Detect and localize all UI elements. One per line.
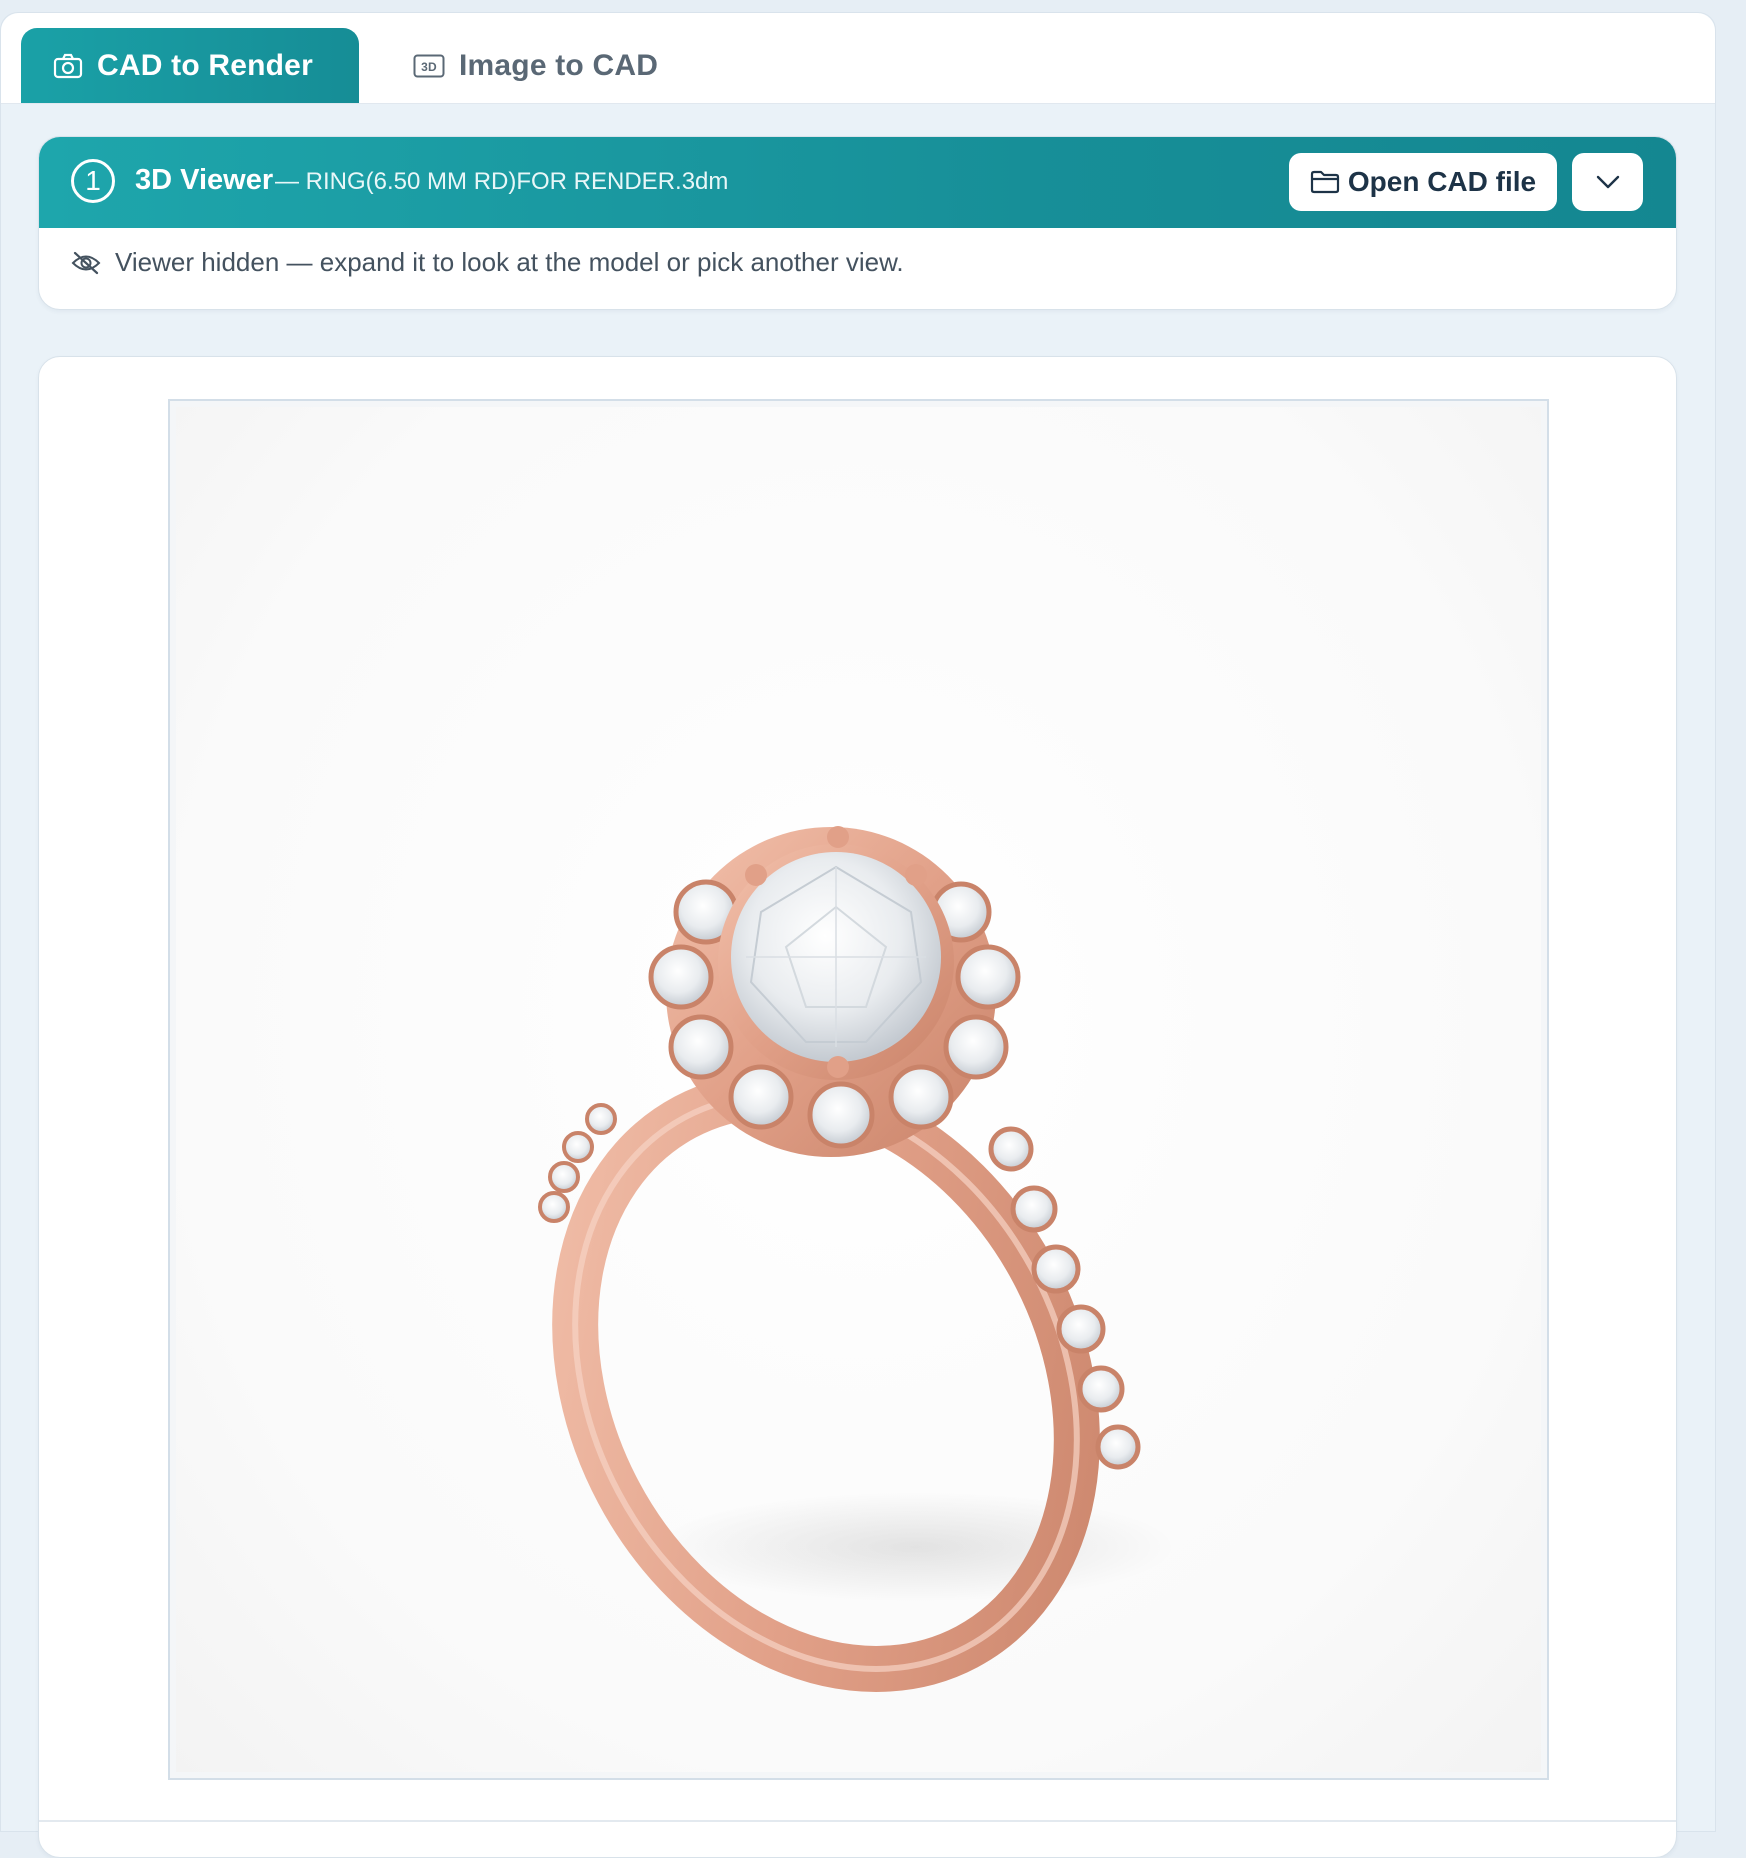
viewer-hidden-notice: Viewer hidden — expand it to look at the… xyxy=(71,247,904,278)
viewer-panel: 1 3D Viewer — RING(6.50 MM RD)FOR RENDER… xyxy=(38,136,1677,310)
eye-off-icon xyxy=(71,251,101,274)
tab-image-to-cad[interactable]: 3D Image to CAD xyxy=(381,28,701,103)
viewer-title: 3D Viewer xyxy=(135,164,274,196)
tab-label: CAD to Render xyxy=(97,48,313,82)
chevron-down-icon xyxy=(1596,175,1619,189)
ring-render-image[interactable] xyxy=(176,407,1541,1772)
viewer-filename: — RING(6.50 MM RD)FOR RENDER.3dm xyxy=(275,168,729,195)
tab-label: Image to CAD xyxy=(459,48,659,82)
3d-box-icon: 3D xyxy=(413,54,445,77)
open-cad-file-label: Open CAD file xyxy=(1347,166,1537,197)
ring-illustration xyxy=(538,826,1176,1692)
viewer-hidden-message: Viewer hidden — expand it to look at the… xyxy=(115,247,904,277)
render-output-panel xyxy=(38,356,1677,1858)
mode-tabbar: CAD to Render 3D Image to CAD xyxy=(1,13,1715,104)
ring-shadow xyxy=(656,1492,1176,1602)
step-number-badge: 1 xyxy=(71,159,115,203)
viewer-options-dropdown[interactable] xyxy=(1572,153,1643,211)
viewer-header[interactable]: 1 3D Viewer — RING(6.50 MM RD)FOR RENDER… xyxy=(39,137,1676,228)
open-cad-file-button[interactable]: Open CAD file xyxy=(1289,153,1557,211)
panel-divider xyxy=(39,1820,1676,1822)
render-image-frame xyxy=(168,399,1549,1780)
3d-icon-text: 3D xyxy=(421,60,437,74)
folder-icon xyxy=(1310,170,1339,194)
camera-icon xyxy=(53,53,83,78)
app-shell: CAD to Render 3D Image to CAD 1 3D Viewe… xyxy=(0,12,1716,1858)
tab-cad-to-render[interactable]: CAD to Render xyxy=(21,28,359,103)
